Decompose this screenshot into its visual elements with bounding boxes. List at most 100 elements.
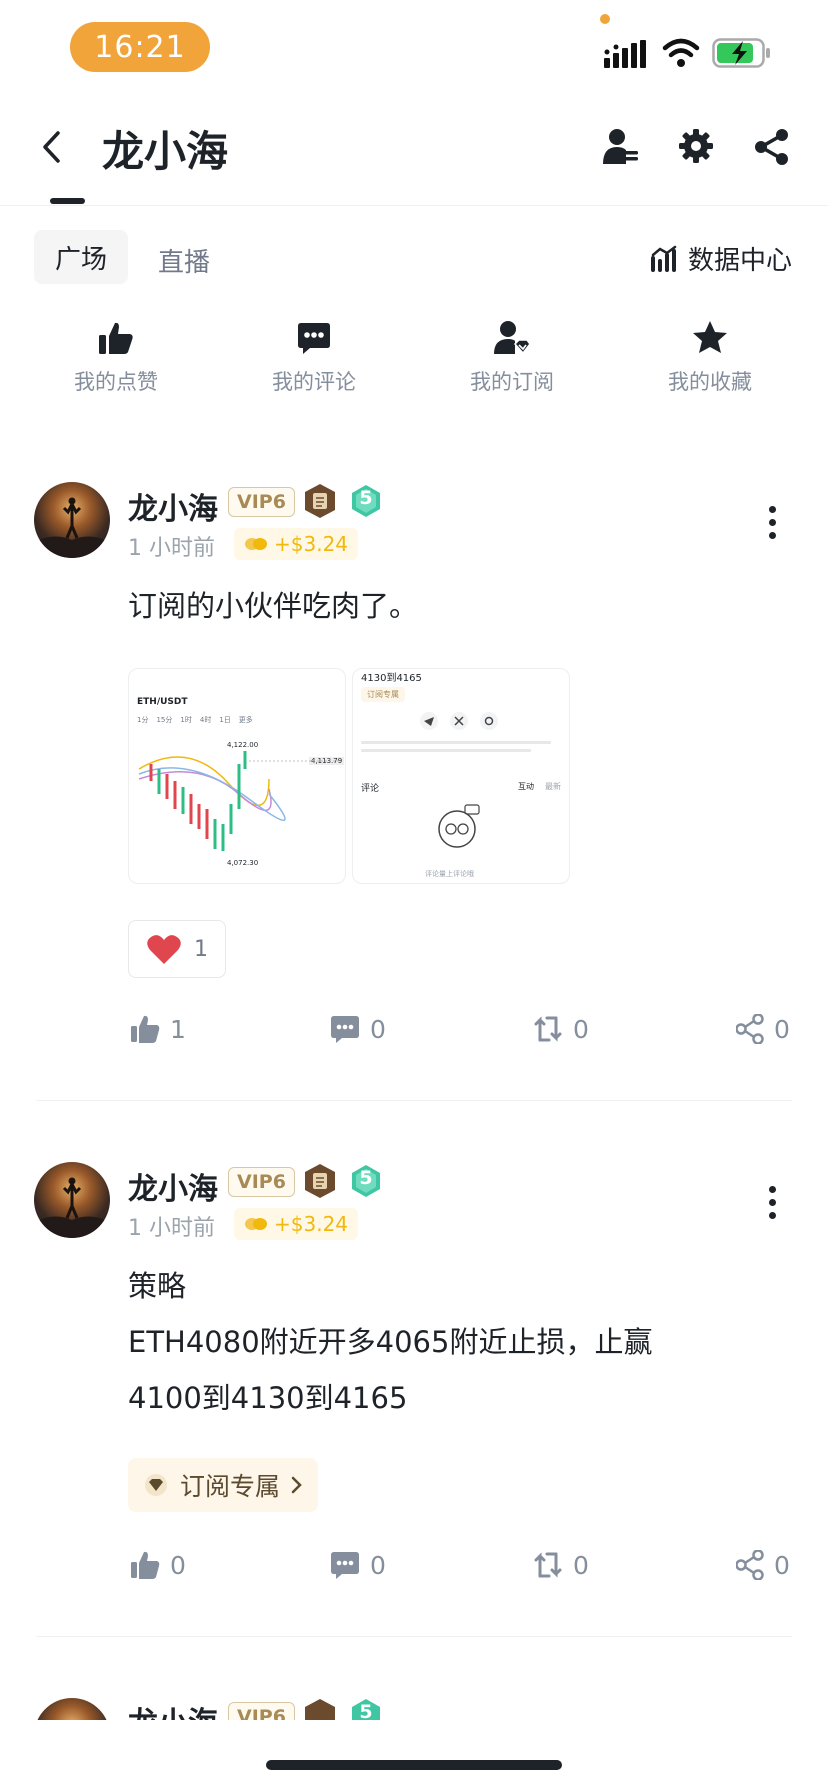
level-number: 5 <box>359 487 373 509</box>
comment-icon <box>331 1552 359 1579</box>
post-divider <box>36 1636 792 1637</box>
comment-count: 0 <box>370 1550 386 1580</box>
share-icon[interactable] <box>754 128 790 166</box>
repost-action[interactable]: 0 <box>533 1014 589 1044</box>
more-options-icon[interactable] <box>769 1186 777 1219</box>
data-center-link[interactable]: 数据中心 <box>650 240 792 277</box>
avatar-figure <box>34 1177 110 1238</box>
post-text-line: 策略 <box>128 1269 187 1303</box>
heart-reaction[interactable]: 1 <box>128 920 226 978</box>
chevron-right-icon <box>291 1476 302 1494</box>
like-action[interactable]: 1 <box>130 1014 186 1044</box>
thumb-share-icons <box>361 712 551 848</box>
quick-my-comments[interactable]: 我的评论 <box>244 320 384 396</box>
thumbs-up-icon <box>131 1551 160 1579</box>
thumb-tab-latest: 最新 <box>545 782 561 791</box>
profit-value: +$3.24 <box>274 532 349 556</box>
profit-tag[interactable]: +$3.24 <box>234 1208 359 1240</box>
repost-icon <box>534 1552 562 1578</box>
share-icon <box>736 1550 764 1580</box>
repost-action[interactable]: 0 <box>533 1550 589 1580</box>
thumb-empty-text: 评论量上评论哦 <box>425 870 474 878</box>
thumbs-up-icon <box>99 322 133 354</box>
post-text: 订阅的小伙伴吃肉了。 <box>128 589 419 623</box>
post-divider <box>36 1100 792 1101</box>
page-title: 龙小海 <box>102 127 229 176</box>
battery-icon <box>712 38 770 68</box>
scroll-badge-icon <box>305 1699 335 1720</box>
avatar[interactable] <box>34 1162 110 1238</box>
header-divider <box>0 205 828 206</box>
profit-tag[interactable]: +$3.24 <box>234 528 359 560</box>
like-count: 0 <box>170 1550 186 1580</box>
subscription-icon <box>494 321 531 355</box>
candlestick-chart-icon <box>138 751 339 851</box>
signal-icon <box>604 40 646 68</box>
quick-label: 我的收藏 <box>668 370 752 394</box>
like-count: 1 <box>170 1014 186 1044</box>
author-name[interactable]: 龙小海 <box>128 1698 218 1720</box>
post-image-screenshot[interactable]: 4130到4165 订阅专属 评论 互动 最新 评论量上评论哦 <box>352 668 570 884</box>
thumb-comment-label: 评论 <box>361 784 380 794</box>
thumb-tab-interact: 互动 <box>518 782 534 791</box>
comment-count: 0 <box>370 1014 386 1044</box>
reaction-count: 1 <box>194 936 208 962</box>
share-action[interactable]: 0 <box>736 1014 790 1044</box>
avatar[interactable] <box>34 482 110 558</box>
repost-icon <box>534 1016 562 1042</box>
share-icon <box>736 1014 764 1044</box>
vip-badge: VIP6 <box>228 1702 295 1720</box>
header-tab-indicator <box>50 198 85 204</box>
share-count: 0 <box>774 1014 790 1044</box>
settings-gear-icon[interactable] <box>678 128 714 164</box>
post-text-line: ETH4080附近开多4065附近止损，止赢 <box>128 1325 653 1359</box>
vip-badge: VIP6 <box>228 487 295 517</box>
avatar-figure <box>34 497 110 558</box>
heart-icon <box>147 935 181 964</box>
scroll-badge-icon <box>305 1164 335 1198</box>
scroll-badge-icon <box>305 484 335 518</box>
comment-icon <box>298 323 330 354</box>
star-icon <box>693 321 727 353</box>
quick-my-subscriptions[interactable]: 我的订阅 <box>442 320 582 396</box>
quick-my-favorites[interactable]: 我的收藏 <box>640 320 780 396</box>
share-action[interactable]: 0 <box>736 1550 790 1580</box>
comment-icon <box>331 1016 359 1043</box>
home-indicator[interactable] <box>266 1760 562 1770</box>
status-time: 16:21 <box>70 22 210 72</box>
hands-icon <box>245 538 267 550</box>
author-name[interactable]: 龙小海 <box>128 1164 218 1208</box>
thumbs-up-icon <box>131 1015 160 1043</box>
post-partial: 龙小海 VIP6 5 <box>0 1690 828 1720</box>
level-number: 5 <box>359 1167 373 1189</box>
level-number: 5 <box>359 1701 373 1720</box>
data-center-label: 数据中心 <box>688 246 793 276</box>
quick-label: 我的评论 <box>272 370 356 394</box>
post-image-chart[interactable]: ETH/USDT 1分 15分 1时 4时 1日 更多 4,122.00 4,113.79… <box>128 668 346 884</box>
comment-action[interactable]: 0 <box>330 1550 386 1580</box>
back-icon[interactable] <box>40 130 62 164</box>
profit-value: +$3.24 <box>274 1212 349 1236</box>
wifi-icon <box>662 38 700 67</box>
vip-badge: VIP6 <box>228 1167 295 1197</box>
repost-count: 0 <box>573 1014 589 1044</box>
diamond-icon <box>145 1474 167 1496</box>
quick-label: 我的订阅 <box>470 370 554 394</box>
quick-my-likes[interactable]: 我的点赞 <box>46 320 186 396</box>
chart-icon <box>651 245 677 272</box>
author-name[interactable]: 龙小海 <box>128 484 218 528</box>
user-manage-icon[interactable] <box>602 128 638 166</box>
tab-square[interactable]: 广场 <box>34 230 128 284</box>
subscribe-label: 订阅专属 <box>180 1472 281 1501</box>
share-count: 0 <box>774 1550 790 1580</box>
subscribe-exclusive-button[interactable]: 订阅专属 <box>128 1458 319 1512</box>
like-action[interactable]: 0 <box>130 1550 186 1580</box>
hands-icon <box>245 1218 267 1230</box>
avatar[interactable] <box>34 1698 110 1720</box>
tab-live[interactable]: 直播 <box>158 242 210 279</box>
repost-count: 0 <box>573 1550 589 1580</box>
post-time: 1 小时前 <box>128 1216 215 1241</box>
post-text-line: 4100到4130到4165 <box>128 1381 408 1415</box>
more-options-icon[interactable] <box>769 506 777 539</box>
comment-action[interactable]: 0 <box>330 1014 386 1044</box>
